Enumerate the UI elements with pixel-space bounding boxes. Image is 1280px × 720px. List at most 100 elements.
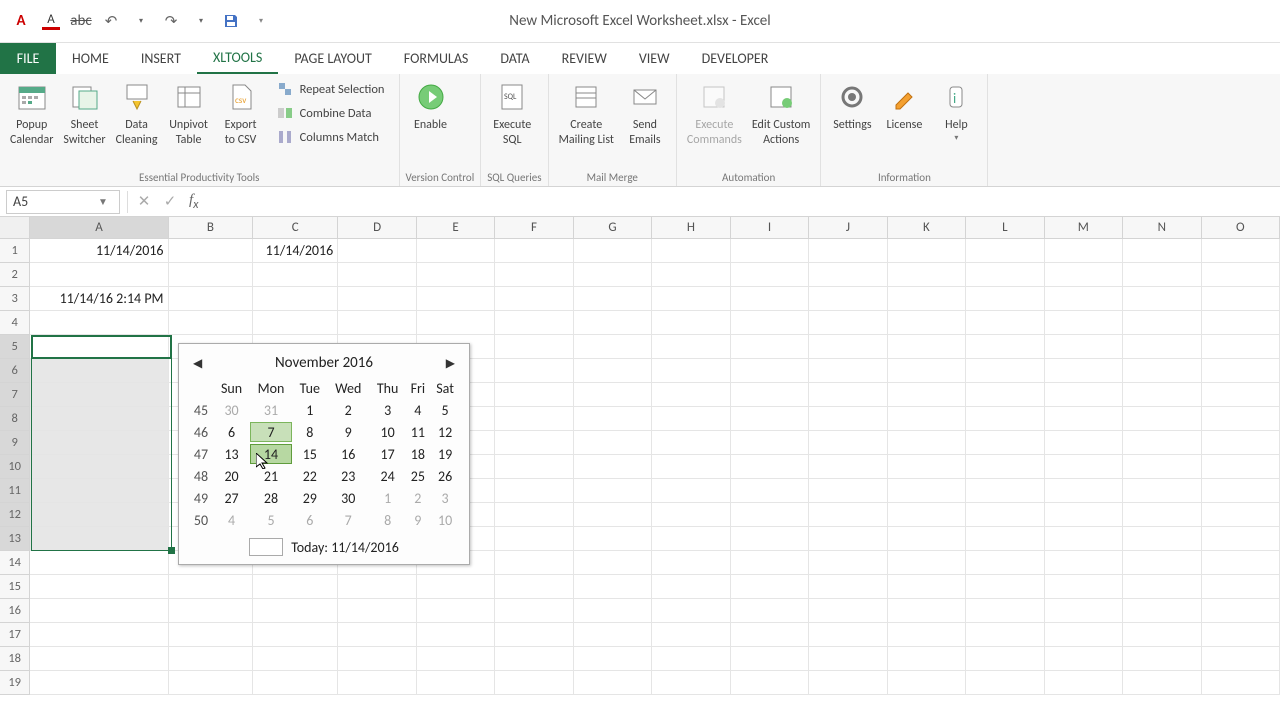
- cell-K10[interactable]: [888, 455, 966, 479]
- cell-L4[interactable]: [966, 311, 1044, 335]
- cell-K18[interactable]: [888, 647, 966, 671]
- row-header-11[interactable]: 11: [0, 479, 30, 503]
- tab-formulas[interactable]: FORMULAS: [388, 43, 485, 74]
- cell-B3[interactable]: [169, 287, 253, 311]
- cell-N2[interactable]: [1123, 263, 1201, 287]
- cell-H10[interactable]: [652, 455, 730, 479]
- font-color-split-icon[interactable]: A: [42, 12, 60, 30]
- cell-F4[interactable]: [495, 311, 573, 335]
- calendar-day[interactable]: 6: [294, 510, 326, 530]
- cell-K14[interactable]: [888, 551, 966, 575]
- calendar-day[interactable]: 4: [406, 400, 429, 420]
- cell-H6[interactable]: [652, 359, 730, 383]
- cell-M4[interactable]: [1045, 311, 1123, 335]
- cell-E2[interactable]: [417, 263, 495, 287]
- cell-I4[interactable]: [731, 311, 809, 335]
- calendar-day[interactable]: 5: [250, 510, 292, 530]
- name-box-input[interactable]: [7, 193, 93, 210]
- cell-M11[interactable]: [1045, 479, 1123, 503]
- worksheet-grid[interactable]: ABCDEFGHIJKLMNO 111/14/201611/14/2016231…: [0, 217, 1280, 695]
- cell-I8[interactable]: [731, 407, 809, 431]
- cell-N5[interactable]: [1123, 335, 1201, 359]
- calendar-day[interactable]: 8: [294, 422, 326, 442]
- cell-J2[interactable]: [809, 263, 887, 287]
- cell-E18[interactable]: [417, 647, 495, 671]
- cell-L3[interactable]: [966, 287, 1044, 311]
- cell-L5[interactable]: [966, 335, 1044, 359]
- calendar-today-box[interactable]: [249, 538, 283, 556]
- cell-M19[interactable]: [1045, 671, 1123, 695]
- column-header-D[interactable]: D: [338, 217, 416, 238]
- columns-match-button[interactable]: Columns Match: [272, 126, 389, 148]
- cell-E4[interactable]: [417, 311, 495, 335]
- cell-N3[interactable]: [1123, 287, 1201, 311]
- cell-D15[interactable]: [338, 575, 416, 599]
- cell-E19[interactable]: [417, 671, 495, 695]
- cell-J14[interactable]: [809, 551, 887, 575]
- cell-A15[interactable]: [30, 575, 168, 599]
- cell-H3[interactable]: [652, 287, 730, 311]
- cell-A13[interactable]: [30, 527, 168, 551]
- license-button[interactable]: License: [879, 76, 929, 137]
- calendar-day[interactable]: 1: [294, 400, 326, 420]
- undo-icon[interactable]: ↶: [102, 12, 120, 30]
- cell-E3[interactable]: [417, 287, 495, 311]
- cell-A6[interactable]: [30, 359, 168, 383]
- cell-I9[interactable]: [731, 431, 809, 455]
- cell-M6[interactable]: [1045, 359, 1123, 383]
- row-header-1[interactable]: 1: [0, 239, 30, 263]
- cell-K5[interactable]: [888, 335, 966, 359]
- calendar-day[interactable]: 9: [328, 422, 369, 442]
- cell-N11[interactable]: [1123, 479, 1201, 503]
- cell-C19[interactable]: [253, 671, 338, 695]
- cell-I5[interactable]: [731, 335, 809, 359]
- calendar-day[interactable]: 3: [371, 400, 405, 420]
- cell-G1[interactable]: [574, 239, 652, 263]
- cell-I1[interactable]: [731, 239, 809, 263]
- cell-K15[interactable]: [888, 575, 966, 599]
- cell-B1[interactable]: [169, 239, 253, 263]
- cell-G15[interactable]: [574, 575, 652, 599]
- mailing-list-button[interactable]: Create Mailing List: [555, 76, 618, 152]
- column-header-H[interactable]: H: [652, 217, 730, 238]
- calendar-day[interactable]: 1: [371, 488, 405, 508]
- cell-B17[interactable]: [169, 623, 253, 647]
- cell-I14[interactable]: [731, 551, 809, 575]
- cell-L1[interactable]: [966, 239, 1044, 263]
- cell-M9[interactable]: [1045, 431, 1123, 455]
- cell-J16[interactable]: [809, 599, 887, 623]
- column-header-K[interactable]: K: [888, 217, 966, 238]
- fx-icon[interactable]: fx: [183, 192, 205, 212]
- tab-data[interactable]: DATA: [484, 43, 545, 74]
- cell-J4[interactable]: [809, 311, 887, 335]
- cell-N15[interactable]: [1123, 575, 1201, 599]
- row-header-15[interactable]: 15: [0, 575, 30, 599]
- cell-L7[interactable]: [966, 383, 1044, 407]
- cell-M18[interactable]: [1045, 647, 1123, 671]
- cell-H7[interactable]: [652, 383, 730, 407]
- cell-A9[interactable]: [30, 431, 168, 455]
- cell-O12[interactable]: [1202, 503, 1280, 527]
- cell-G3[interactable]: [574, 287, 652, 311]
- cell-C2[interactable]: [253, 263, 338, 287]
- cell-E15[interactable]: [417, 575, 495, 599]
- column-header-F[interactable]: F: [495, 217, 573, 238]
- cell-K9[interactable]: [888, 431, 966, 455]
- row-header-18[interactable]: 18: [0, 647, 30, 671]
- font-color-icon[interactable]: A: [12, 12, 30, 30]
- tab-review[interactable]: REVIEW: [546, 43, 623, 74]
- send-emails-button[interactable]: Send Emails: [620, 76, 670, 152]
- column-header-B[interactable]: B: [169, 217, 253, 238]
- cell-J9[interactable]: [809, 431, 887, 455]
- cell-H15[interactable]: [652, 575, 730, 599]
- cell-O13[interactable]: [1202, 527, 1280, 551]
- cell-K1[interactable]: [888, 239, 966, 263]
- redo-icon[interactable]: ↷: [162, 12, 180, 30]
- cell-I19[interactable]: [731, 671, 809, 695]
- calendar-day[interactable]: 28: [250, 488, 292, 508]
- cell-F5[interactable]: [495, 335, 573, 359]
- cell-H17[interactable]: [652, 623, 730, 647]
- cell-M16[interactable]: [1045, 599, 1123, 623]
- cell-F7[interactable]: [495, 383, 573, 407]
- cell-L12[interactable]: [966, 503, 1044, 527]
